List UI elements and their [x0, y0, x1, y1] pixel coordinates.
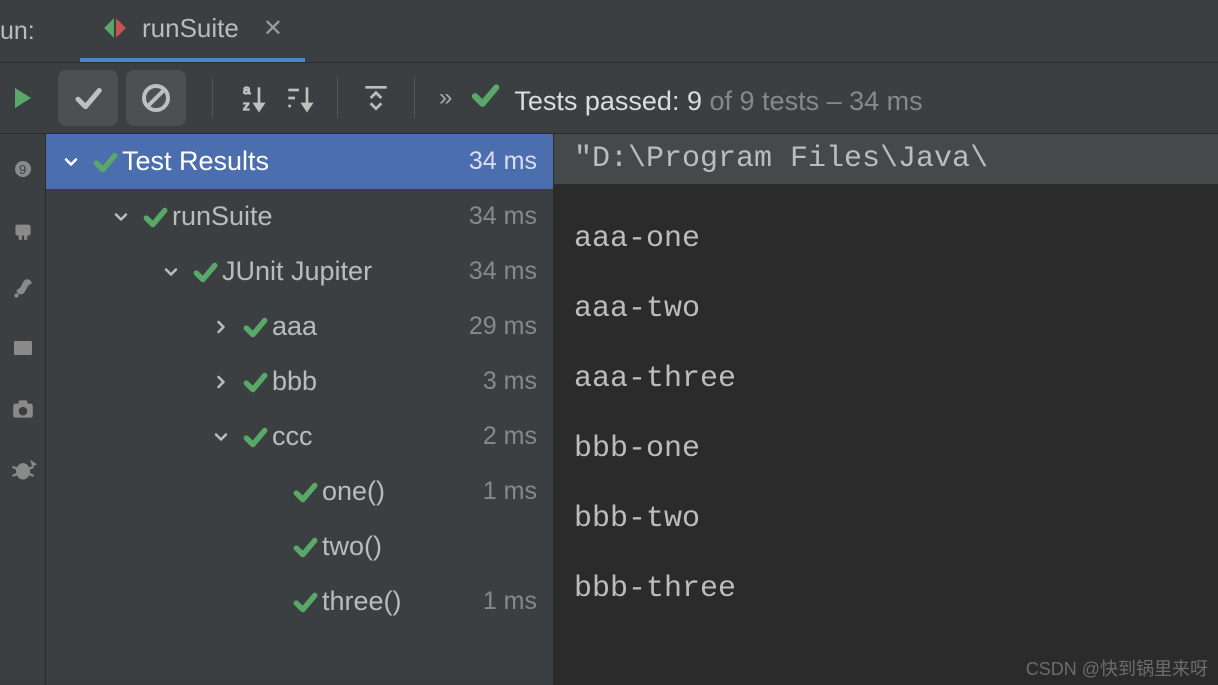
tree-node-time: 34 ms	[469, 147, 537, 176]
pass-icon	[188, 259, 222, 285]
separator	[337, 78, 338, 118]
tree-row[interactable]: runSuite34 ms	[46, 189, 553, 244]
tree-node-time: 1 ms	[483, 587, 537, 616]
run-tabbar: un: runSuite ✕	[0, 0, 1218, 62]
pass-icon	[288, 534, 322, 560]
overflow-icon[interactable]: »	[429, 84, 462, 112]
separator	[212, 78, 213, 118]
tree-node-label: two()	[322, 531, 537, 562]
tree-row[interactable]: aaa29 ms	[46, 299, 553, 354]
chevron-right-icon[interactable]	[204, 317, 238, 337]
tree-node-time: 34 ms	[469, 202, 537, 231]
chevron-down-icon[interactable]	[54, 152, 88, 172]
settings-icon[interactable]	[8, 274, 38, 304]
tree-node-label: ccc	[272, 421, 483, 452]
svg-text:z: z	[243, 98, 250, 113]
tree-node-time: 3 ms	[483, 367, 537, 396]
pass-icon	[470, 80, 500, 110]
tree-row[interactable]: Test Results34 ms	[46, 134, 553, 189]
tree-node-label: JUnit Jupiter	[222, 256, 469, 287]
chevron-down-icon[interactable]	[204, 427, 238, 447]
pass-icon	[138, 204, 172, 230]
console-line: bbb-three	[574, 534, 1218, 604]
test-summary: Tests passed: 9 of 9 tests – 34 ms	[462, 80, 922, 117]
debug-icon[interactable]	[8, 214, 38, 244]
close-icon[interactable]: ✕	[263, 14, 283, 43]
console-line: aaa-two	[574, 254, 1218, 324]
svg-text:a: a	[243, 82, 251, 97]
show-passed-button[interactable]	[58, 70, 118, 126]
tree-node-time: 1 ms	[483, 477, 537, 506]
tree-row[interactable]: two()	[46, 519, 553, 574]
sort-duration-button[interactable]	[275, 74, 323, 122]
expand-all-button[interactable]	[352, 74, 400, 122]
tree-row[interactable]: one()1 ms	[46, 464, 553, 519]
sort-alpha-button[interactable]: a z	[227, 74, 275, 122]
layout-icon[interactable]	[8, 334, 38, 364]
camera-icon[interactable]	[8, 394, 38, 424]
tree-row[interactable]: three()1 ms	[46, 574, 553, 629]
left-gutter: 9	[0, 134, 46, 685]
run-tab-label: runSuite	[142, 13, 239, 44]
pass-icon	[288, 479, 322, 505]
tree-node-time: 2 ms	[483, 422, 537, 451]
tree-node-label: aaa	[272, 311, 469, 342]
console-line: bbb-two	[574, 464, 1218, 534]
tests-total-suffix: of 9 tests – 34 ms	[710, 86, 923, 116]
tree-node-label: three()	[322, 586, 483, 617]
console-line: aaa-three	[574, 324, 1218, 394]
runconfig-label: un:	[0, 17, 80, 46]
tree-row[interactable]: JUnit Jupiter34 ms	[46, 244, 553, 299]
test-toolbar: a z » Tests passed: 9 of	[0, 62, 1218, 134]
pass-icon	[238, 424, 272, 450]
tree-row[interactable]: bbb3 ms	[46, 354, 553, 409]
svg-text:9: 9	[19, 162, 26, 177]
chevron-down-icon[interactable]	[104, 207, 138, 227]
tree-node-time: 34 ms	[469, 257, 537, 286]
tree-row[interactable]: ccc2 ms	[46, 409, 553, 464]
runconfig-icon	[102, 15, 128, 41]
pass-icon	[288, 589, 322, 615]
chevron-down-icon[interactable]	[154, 262, 188, 282]
tree-node-label: one()	[322, 476, 483, 507]
tree-node-label: bbb	[272, 366, 483, 397]
watermark: CSDN @快到锅里来呀	[1026, 655, 1208, 681]
stop-icon[interactable]: 9	[8, 154, 38, 184]
tree-node-label: runSuite	[172, 201, 469, 232]
bug-icon[interactable]	[8, 454, 38, 484]
pass-icon	[238, 369, 272, 395]
tests-passed-count: 9	[687, 86, 702, 116]
tree-node-time: 29 ms	[469, 312, 537, 341]
show-ignored-button[interactable]	[126, 70, 186, 126]
tests-passed-label: Tests passed:	[514, 86, 679, 116]
test-tree[interactable]: Test Results34 msrunSuite34 msJUnit Jupi…	[46, 134, 554, 685]
rerun-icon[interactable]	[12, 86, 34, 110]
pass-icon	[238, 314, 272, 340]
chevron-right-icon[interactable]	[204, 372, 238, 392]
run-tab[interactable]: runSuite ✕	[80, 1, 305, 62]
separator	[414, 78, 415, 118]
console-output[interactable]: "D:\Program Files\Java\ aaa-oneaaa-twoaa…	[554, 134, 1218, 685]
console-line: aaa-one	[574, 184, 1218, 254]
console-line: bbb-one	[574, 394, 1218, 464]
tree-node-label: Test Results	[122, 146, 469, 177]
pass-icon	[88, 149, 122, 175]
console-command: "D:\Program Files\Java\	[554, 134, 1218, 184]
